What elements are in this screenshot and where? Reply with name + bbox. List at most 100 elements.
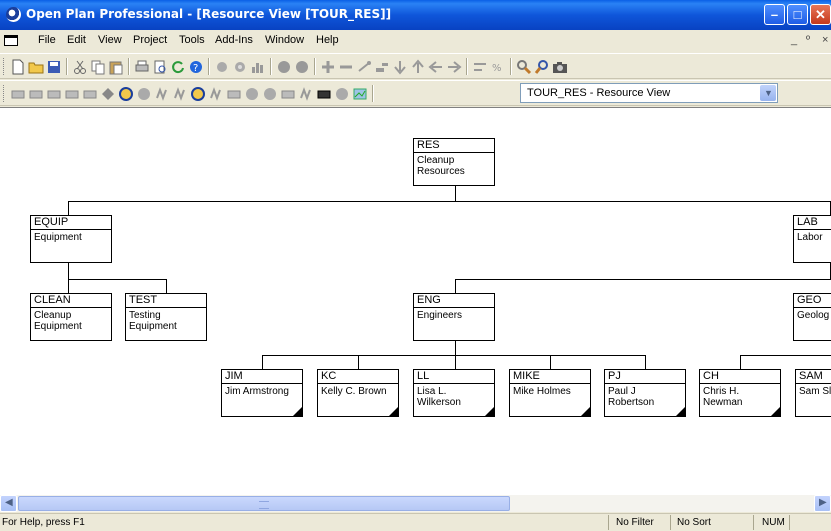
node-description: Cleanup Equipment [34, 310, 82, 332]
print-preview-icon[interactable] [152, 59, 168, 75]
tree-node-eng[interactable]: ENG Engineers [413, 293, 495, 341]
remove-icon[interactable] [338, 59, 354, 75]
mdi-restore-icon[interactable]: º [806, 34, 810, 46]
outdent-icon[interactable] [374, 59, 390, 75]
node-code: GEO [794, 294, 831, 308]
unlink-icon[interactable] [294, 59, 310, 75]
tree-node-jim[interactable]: JIM Jim Armstrong [221, 369, 303, 417]
link-icon[interactable] [276, 59, 292, 75]
tree-node-lab[interactable]: LAB Labor [793, 215, 831, 263]
tree-node-equip[interactable]: EQUIP Equipment [30, 215, 112, 263]
bar-icon[interactable] [46, 86, 62, 102]
scroll-thumb[interactable] [18, 496, 510, 511]
zoom-out-icon[interactable] [516, 59, 532, 75]
resource-marker-icon [676, 407, 685, 416]
close-button[interactable]: ✕ [810, 4, 831, 25]
move-down-icon[interactable] [392, 59, 408, 75]
chart-icon[interactable] [352, 86, 368, 102]
align-icon[interactable] [472, 59, 488, 75]
resource-view-canvas[interactable]: RES Cleanup Resources EQUIP Equipment LA… [0, 107, 831, 496]
resource-icon[interactable] [244, 86, 260, 102]
move-left-icon[interactable] [428, 59, 444, 75]
mdi-close-icon[interactable]: × [822, 34, 828, 46]
tree-node-clean[interactable]: CLEAN Cleanup Equipment [30, 293, 112, 341]
node-code: EQUIP [31, 216, 111, 230]
mdi-minimize-icon[interactable]: _ [791, 34, 797, 46]
menu-project[interactable]: Project [133, 34, 167, 46]
app-icon[interactable] [6, 7, 21, 22]
view-selector-dropdown-button[interactable]: ▼ [760, 85, 776, 101]
cut-icon[interactable] [72, 59, 88, 75]
menu-add-ins[interactable]: Add-Ins [215, 34, 253, 46]
refresh-icon[interactable] [170, 59, 186, 75]
copy-icon[interactable] [90, 59, 106, 75]
document-icon[interactable] [4, 35, 18, 46]
minimize-button[interactable]: – [764, 4, 785, 25]
tree-node-mike[interactable]: MIKE Mike Holmes [509, 369, 591, 417]
maximize-button[interactable]: □ [787, 4, 808, 25]
node-code: RES [414, 139, 494, 153]
bar-icon[interactable] [226, 86, 242, 102]
bar-icon[interactable] [82, 86, 98, 102]
print-icon[interactable] [134, 59, 150, 75]
scroll-right-button[interactable]: ▶ [814, 495, 831, 512]
menu-help[interactable]: Help [316, 34, 339, 46]
node-description: Lisa L. Wilkerson [417, 386, 461, 408]
tree-node-ch[interactable]: CH Chris H. Newman [699, 369, 781, 417]
tree-node-sam[interactable]: SAM Sam Sl [795, 369, 831, 417]
cost-icon[interactable] [172, 86, 188, 102]
move-up-icon[interactable] [410, 59, 426, 75]
tree-node-kc[interactable]: KC Kelly C. Brown [317, 369, 399, 417]
bar-icon[interactable] [64, 86, 80, 102]
tree-node-test[interactable]: TEST Testing Equipment [125, 293, 207, 341]
view-selector[interactable]: TOUR_RES - Resource View ▼ [520, 83, 778, 103]
tree-node-geo[interactable]: GEO Geolog [793, 293, 831, 341]
tree-node-ll[interactable]: LL Lisa L. Wilkerson [413, 369, 495, 417]
status-divider [753, 515, 754, 530]
menu-bar: File Edit View Project Tools Add-Ins Win… [0, 30, 831, 52]
close-icon: ✕ [815, 7, 826, 22]
connector [68, 279, 69, 293]
add-icon[interactable] [320, 59, 336, 75]
toolbar-grip[interactable] [3, 58, 7, 75]
menu-view[interactable]: View [98, 34, 122, 46]
histogram-icon[interactable] [250, 59, 266, 75]
cost-icon[interactable] [154, 86, 170, 102]
open-folder-icon[interactable] [28, 59, 44, 75]
expand-icon[interactable] [232, 59, 248, 75]
menu-window[interactable]: Window [265, 34, 304, 46]
resource-icon[interactable] [262, 86, 278, 102]
status-bar: For Help, press F1 No Filter No Sort NUM [0, 513, 831, 531]
paste-icon[interactable] [108, 59, 124, 75]
bar-icon[interactable] [280, 86, 296, 102]
horizontal-scrollbar[interactable]: ◀ ▶ [0, 495, 831, 512]
zoom-in-icon[interactable] [534, 59, 550, 75]
move-right-icon[interactable] [446, 59, 462, 75]
tree-node-pj[interactable]: PJ Paul J Robertson [604, 369, 686, 417]
menu-edit[interactable]: Edit [67, 34, 86, 46]
resource-icon[interactable] [118, 86, 134, 102]
resource-icon[interactable] [334, 86, 350, 102]
resource-icon[interactable] [190, 86, 206, 102]
help-icon[interactable]: ? [188, 59, 204, 75]
bar-icon[interactable] [316, 86, 332, 102]
percent-icon[interactable]: % [490, 59, 506, 75]
bar-icon[interactable] [10, 86, 26, 102]
menu-tools[interactable]: Tools [179, 34, 205, 46]
tree-node-res[interactable]: RES Cleanup Resources [413, 138, 495, 186]
save-icon[interactable] [46, 59, 62, 75]
new-file-icon[interactable] [10, 59, 26, 75]
connector [740, 355, 831, 356]
cost-icon[interactable] [298, 86, 314, 102]
camera-icon[interactable] [552, 59, 568, 75]
milestone-icon[interactable] [100, 86, 116, 102]
cost-icon[interactable] [208, 86, 224, 102]
menu-file[interactable]: File [38, 34, 56, 46]
bar-icon[interactable] [28, 86, 44, 102]
indent-icon[interactable] [356, 59, 372, 75]
connector [262, 355, 263, 369]
resource-icon[interactable] [136, 86, 152, 102]
bullet-icon[interactable] [214, 59, 230, 75]
toolbar-grip[interactable] [3, 85, 7, 102]
scroll-left-button[interactable]: ◀ [0, 495, 17, 512]
